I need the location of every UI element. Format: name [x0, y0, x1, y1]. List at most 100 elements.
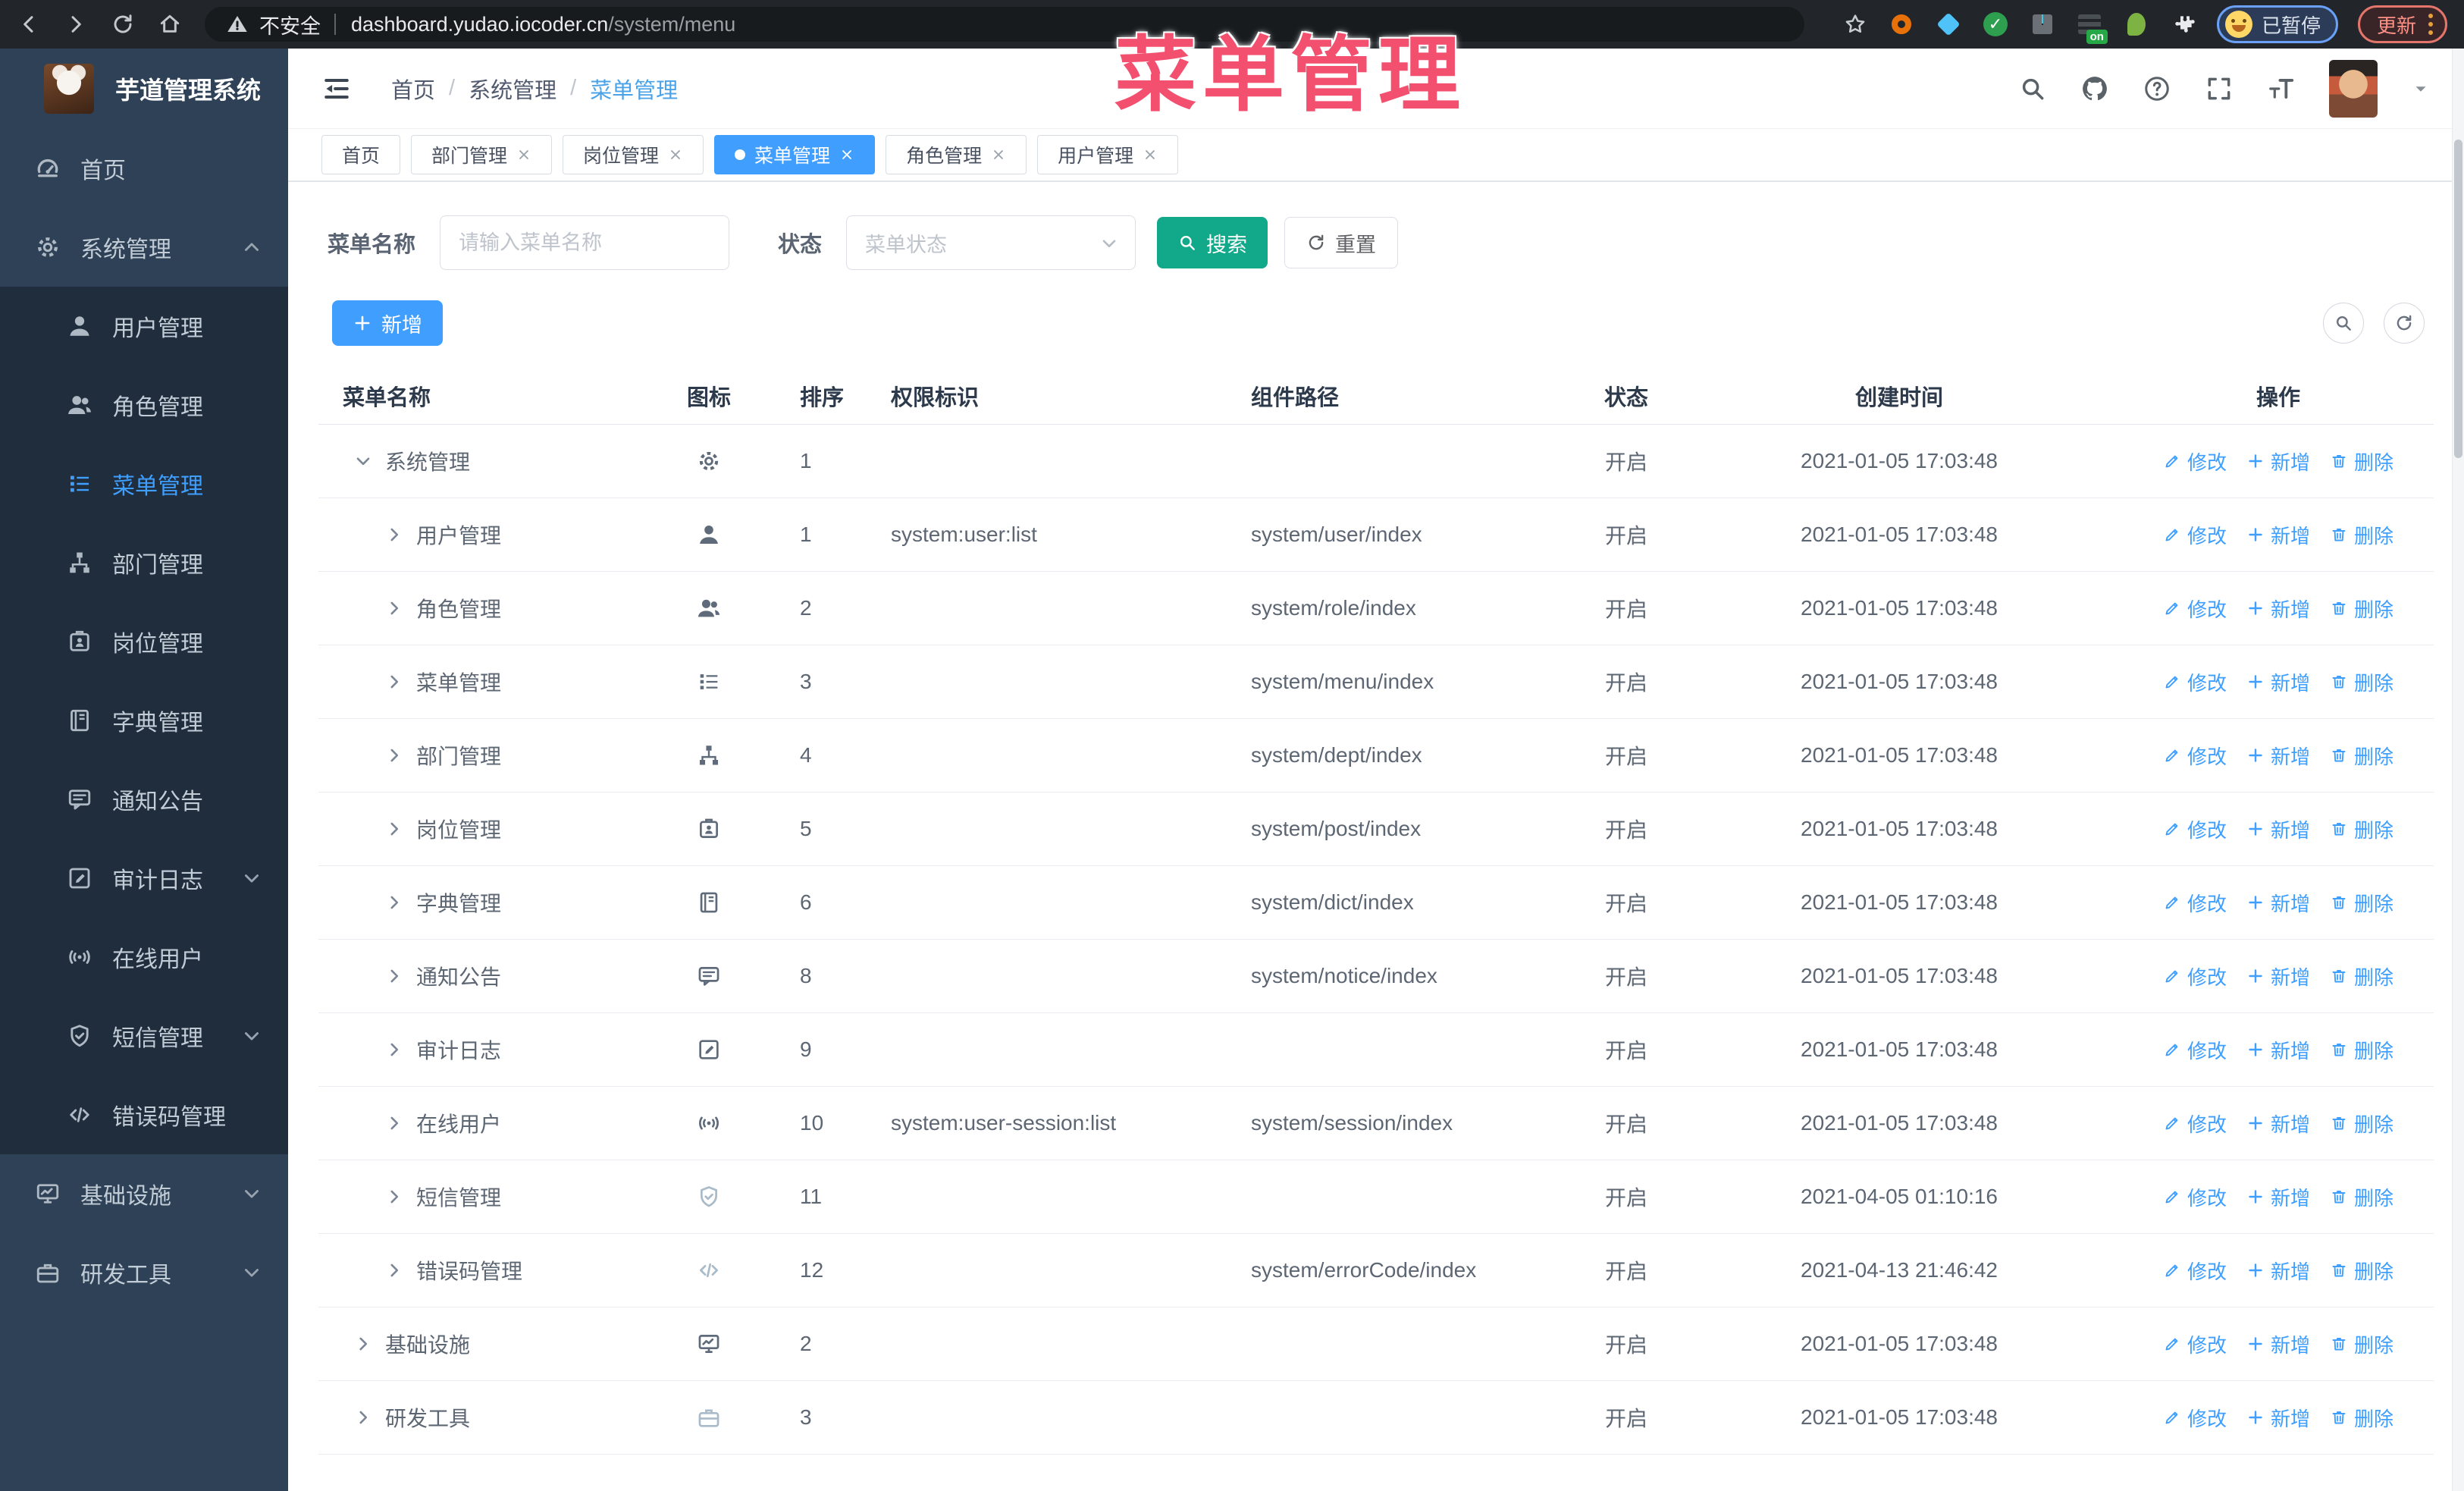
edit-row-button[interactable]: 修改	[2163, 668, 2227, 696]
row-expander-icon[interactable]	[353, 451, 373, 471]
app-logo[interactable]: 芋道管理系统	[0, 49, 288, 129]
add-button[interactable]: 新增	[332, 300, 443, 346]
scrollbar-thumb[interactable]	[2454, 140, 2462, 458]
sidebar-item-log[interactable]: 审计日志	[0, 839, 288, 918]
sidebar-item-monitor[interactable]: 基础设施	[0, 1154, 288, 1233]
delete-row-button[interactable]: 删除	[2330, 1110, 2393, 1138]
row-expander-icon[interactable]	[384, 672, 404, 692]
sidebar-item-gear[interactable]: 系统管理	[0, 208, 288, 287]
sidebar-collapse-icon[interactable]	[320, 72, 353, 105]
browser-home-button[interactable]	[152, 6, 188, 42]
close-tab-icon[interactable]	[668, 147, 683, 162]
edit-row-button[interactable]: 修改	[2163, 595, 2227, 623]
row-expander-icon[interactable]	[384, 598, 404, 618]
sidebar-item-message[interactable]: 通知公告	[0, 760, 288, 839]
row-expander-icon[interactable]	[384, 746, 404, 765]
row-expander-icon[interactable]	[384, 893, 404, 912]
status-select[interactable]: 菜单状态	[846, 215, 1136, 270]
edit-row-button[interactable]: 修改	[2163, 742, 2227, 770]
sidebar-item-shield[interactable]: 短信管理	[0, 997, 288, 1075]
delete-row-button[interactable]: 删除	[2330, 742, 2393, 770]
tab-岗位管理[interactable]: 岗位管理	[563, 135, 704, 174]
delete-row-button[interactable]: 删除	[2330, 962, 2393, 990]
refresh-table-button[interactable]	[2384, 303, 2425, 344]
add-row-button[interactable]: 新增	[2246, 521, 2310, 549]
sidebar-item-users[interactable]: 角色管理	[0, 366, 288, 444]
tab-首页[interactable]: 首页	[321, 135, 401, 174]
tab-菜单管理[interactable]: 菜单管理	[714, 135, 876, 174]
add-row-button[interactable]: 新增	[2246, 447, 2310, 476]
add-row-button[interactable]: 新增	[2246, 1110, 2310, 1138]
browser-update-button[interactable]: 更新	[2357, 5, 2447, 43]
delete-row-button[interactable]: 删除	[2330, 1183, 2393, 1211]
extension-grid-squares-icon[interactable]	[2029, 11, 2056, 38]
breadcrumb-item[interactable]: 首页	[391, 73, 435, 105]
row-expander-icon[interactable]	[384, 966, 404, 986]
extension-green-leaf-icon[interactable]	[2123, 11, 2150, 38]
sidebar-item-user[interactable]: 用户管理	[0, 287, 288, 366]
breadcrumb-item[interactable]: 菜单管理	[590, 73, 678, 105]
search-icon[interactable]	[2018, 74, 2047, 103]
fullscreen-icon[interactable]	[2205, 74, 2234, 103]
delete-row-button[interactable]: 删除	[2330, 1330, 2393, 1358]
font-size-icon[interactable]	[2267, 74, 2296, 103]
delete-row-button[interactable]: 删除	[2330, 1257, 2393, 1285]
extension-blue-gem-icon[interactable]	[1935, 11, 1962, 38]
row-expander-icon[interactable]	[353, 1408, 373, 1427]
add-row-button[interactable]: 新增	[2246, 595, 2310, 623]
search-button[interactable]: 搜索	[1157, 217, 1268, 268]
row-expander-icon[interactable]	[353, 1334, 373, 1354]
extension-green-check-icon[interactable]: ✓	[1982, 11, 2009, 38]
help-icon[interactable]	[2143, 74, 2171, 103]
edit-row-button[interactable]: 修改	[2163, 1330, 2227, 1358]
tab-用户管理[interactable]: 用户管理	[1037, 135, 1179, 174]
edit-row-button[interactable]: 修改	[2163, 1404, 2227, 1432]
close-tab-icon[interactable]	[516, 147, 531, 162]
sidebar-item-code[interactable]: 错误码管理	[0, 1075, 288, 1154]
sidebar-item-menu[interactable]: 菜单管理	[0, 444, 288, 523]
sidebar-item-badge[interactable]: 岗位管理	[0, 602, 288, 681]
delete-row-button[interactable]: 删除	[2330, 815, 2393, 843]
browser-back-button[interactable]	[11, 6, 47, 42]
row-expander-icon[interactable]	[384, 819, 404, 839]
add-row-button[interactable]: 新增	[2246, 1257, 2310, 1285]
user-avatar[interactable]	[2329, 59, 2378, 118]
delete-row-button[interactable]: 删除	[2330, 889, 2393, 917]
delete-row-button[interactable]: 删除	[2330, 668, 2393, 696]
add-row-button[interactable]: 新增	[2246, 1036, 2310, 1064]
github-icon[interactable]	[2080, 74, 2109, 103]
edit-row-button[interactable]: 修改	[2163, 521, 2227, 549]
sidebar-item-tree[interactable]: 部门管理	[0, 523, 288, 602]
edit-row-button[interactable]: 修改	[2163, 1183, 2227, 1211]
delete-row-button[interactable]: 删除	[2330, 447, 2393, 476]
toggle-search-button[interactable]	[2323, 303, 2364, 344]
edit-row-button[interactable]: 修改	[2163, 447, 2227, 476]
row-expander-icon[interactable]	[384, 525, 404, 545]
close-tab-icon[interactable]	[991, 147, 1006, 162]
close-tab-icon[interactable]	[1143, 147, 1158, 162]
edit-row-button[interactable]: 修改	[2163, 815, 2227, 843]
sidebar-item-online[interactable]: 在线用户	[0, 918, 288, 997]
edit-row-button[interactable]: 修改	[2163, 1257, 2227, 1285]
extension-orange-donut-icon[interactable]	[1888, 11, 1915, 38]
add-row-button[interactable]: 新增	[2246, 1183, 2310, 1211]
extensions-puzzle-icon[interactable]	[2170, 11, 2197, 38]
add-row-button[interactable]: 新增	[2246, 1330, 2310, 1358]
tab-部门管理[interactable]: 部门管理	[411, 135, 553, 174]
menu-name-input[interactable]	[440, 215, 730, 270]
browser-menu-icon[interactable]	[2428, 14, 2433, 35]
delete-row-button[interactable]: 删除	[2330, 1404, 2393, 1432]
browser-profile-button[interactable]: 已暂停	[2216, 5, 2338, 43]
address-bar[interactable]: 不安全 dashboard.yudao.iocoder.cn/system/me…	[205, 7, 1804, 42]
edit-row-button[interactable]: 修改	[2163, 1036, 2227, 1064]
delete-row-button[interactable]: 删除	[2330, 595, 2393, 623]
page-scrollbar[interactable]	[2452, 49, 2464, 1491]
bookmark-star-icon[interactable]	[1842, 11, 1868, 37]
sidebar-item-tool[interactable]: 研发工具	[0, 1233, 288, 1312]
tab-角色管理[interactable]: 角色管理	[886, 135, 1027, 174]
delete-row-button[interactable]: 删除	[2330, 521, 2393, 549]
add-row-button[interactable]: 新增	[2246, 1404, 2310, 1432]
extension-stack-on-icon[interactable]: on	[2076, 11, 2108, 44]
browser-forward-button[interactable]	[58, 6, 94, 42]
row-expander-icon[interactable]	[384, 1187, 404, 1207]
